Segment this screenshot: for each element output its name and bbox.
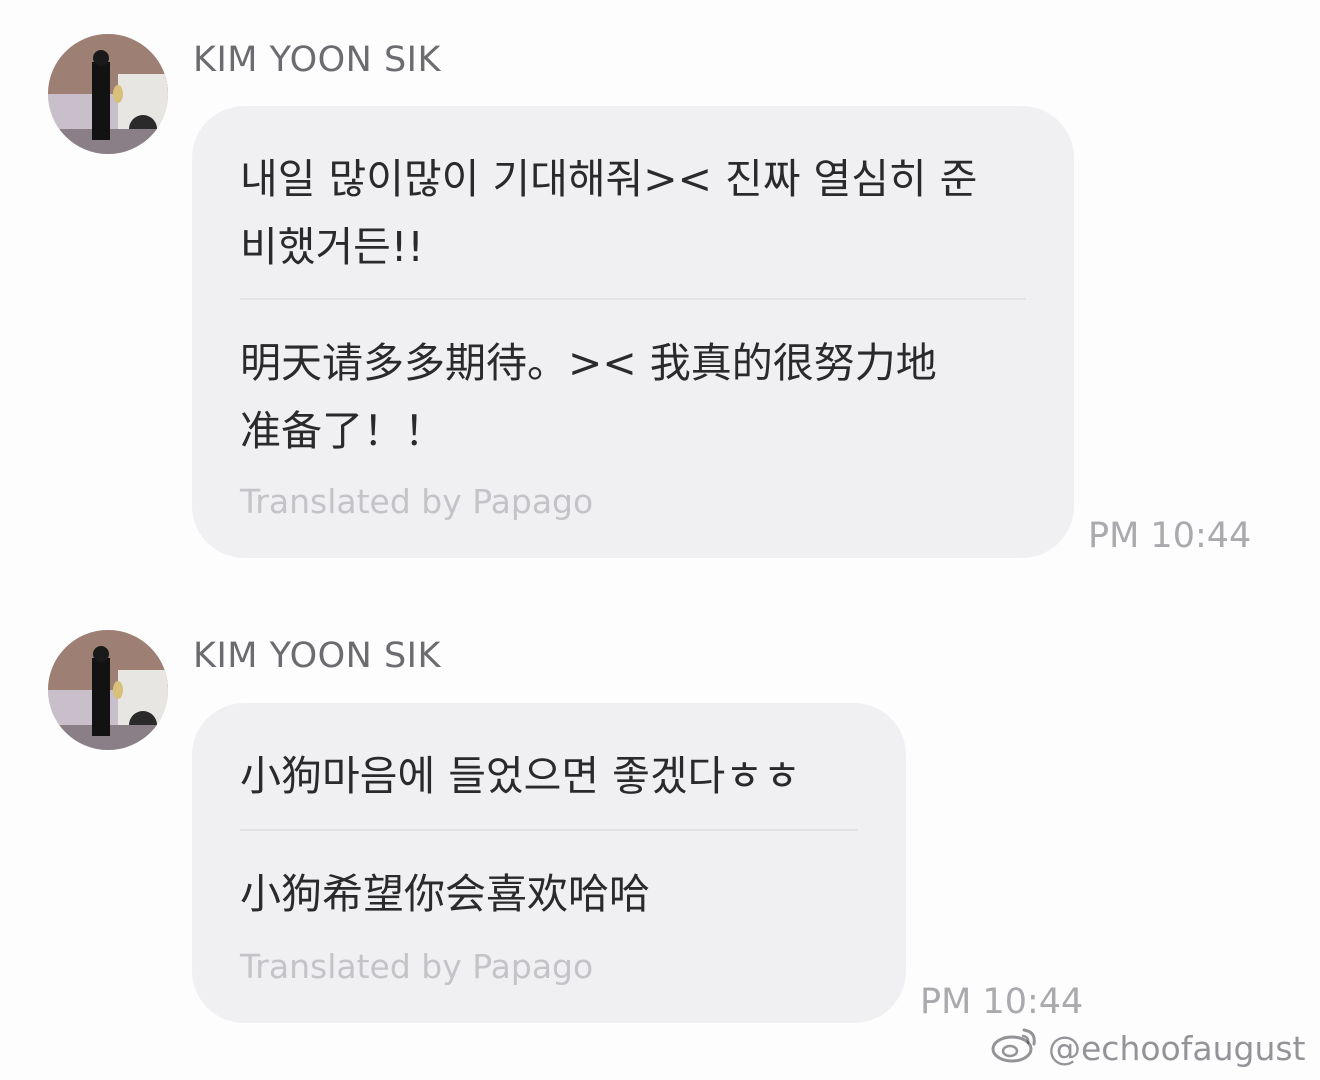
- watermark: @echoofaugust: [990, 1024, 1306, 1072]
- translated-by-label: Translated by Papago: [240, 947, 594, 986]
- translation-divider: [240, 829, 858, 831]
- translated-text-line: 小狗希望你会喜欢哈哈: [240, 870, 650, 918]
- message-timestamp: PM 10:44: [920, 982, 1084, 1022]
- sender-avatar[interactable]: [48, 630, 168, 750]
- message-bubble[interactable]: 小狗마음에 들었으면 좋겠다ㅎㅎ 小狗希望你会喜欢哈哈 Translated b…: [192, 703, 906, 1023]
- chat-message: KIM YOON SIK 小狗마음에 들었으면 좋겠다ㅎㅎ 小狗希望你会喜欢哈哈…: [0, 0, 1320, 1040]
- watermark-handle: @echoofaugust: [1048, 1028, 1306, 1068]
- original-text-line: 小狗마음에 들었으면 좋겠다ㅎㅎ: [240, 752, 801, 800]
- sender-name: KIM YOON SIK: [193, 636, 441, 676]
- weibo-logo-icon: [990, 1024, 1040, 1072]
